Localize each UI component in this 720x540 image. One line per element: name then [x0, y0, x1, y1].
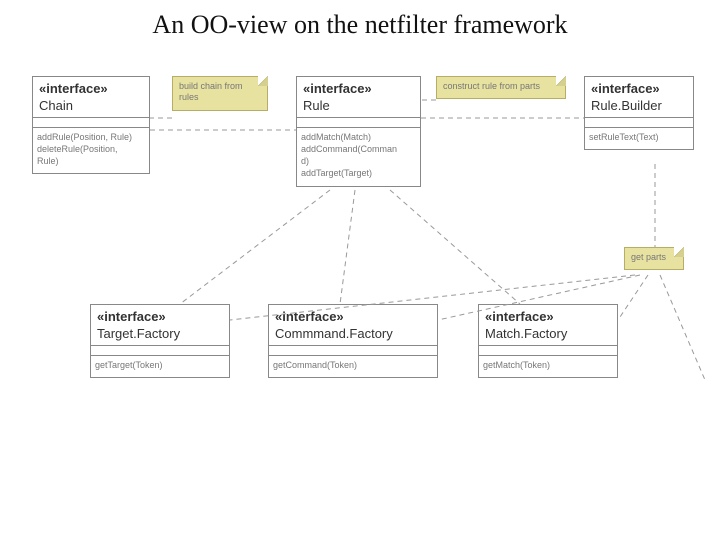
class-header: «interface» Chain	[33, 77, 149, 118]
operations-compartment: setRuleText(Text)	[585, 128, 693, 149]
class-command-factory: «interface» Commmand.Factory getCommand(…	[268, 304, 438, 378]
diagram-title: An OO-view on the netfilter framework	[0, 10, 720, 40]
operations-compartment: getMatch(Token)	[479, 356, 617, 377]
class-name: Commmand.Factory	[275, 326, 431, 341]
class-header: «interface» Commmand.Factory	[269, 305, 437, 346]
class-header: «interface» Rule	[297, 77, 420, 118]
operations-compartment: getCommand(Token)	[269, 356, 437, 377]
attributes-compartment	[479, 346, 617, 356]
operations-compartment: getTarget(Token)	[91, 356, 229, 377]
class-name: Chain	[39, 98, 143, 113]
stereotype-label: «interface»	[303, 81, 414, 96]
class-match-factory: «interface» Match.Factory getMatch(Token…	[478, 304, 618, 378]
class-rule-builder: «interface» Rule.Builder setRuleText(Tex…	[584, 76, 694, 150]
class-name: Target.Factory	[97, 326, 223, 341]
stereotype-label: «interface»	[485, 309, 611, 324]
note-build-chain: build chain from rules	[172, 76, 268, 111]
class-name: Rule.Builder	[591, 98, 687, 113]
attributes-compartment	[269, 346, 437, 356]
attributes-compartment	[585, 118, 693, 128]
class-header: «interface» Match.Factory	[479, 305, 617, 346]
note-get-parts: get parts	[624, 247, 684, 270]
note-construct-rule: construct rule from parts	[436, 76, 566, 99]
class-name: Rule	[303, 98, 414, 113]
class-header: «interface» Target.Factory	[91, 305, 229, 346]
stereotype-label: «interface»	[39, 81, 143, 96]
class-name: Match.Factory	[485, 326, 611, 341]
class-header: «interface» Rule.Builder	[585, 77, 693, 118]
class-target-factory: «interface» Target.Factory getTarget(Tok…	[90, 304, 230, 378]
attributes-compartment	[33, 118, 149, 128]
stereotype-label: «interface»	[275, 309, 431, 324]
class-rule: «interface» Rule addMatch(Match) addComm…	[296, 76, 421, 187]
operations-compartment: addRule(Position, Rule) deleteRule(Posit…	[33, 128, 149, 173]
operations-compartment: addMatch(Match) addCommand(Comman d) add…	[297, 128, 420, 186]
class-chain: «interface» Chain addRule(Position, Rule…	[32, 76, 150, 174]
stereotype-label: «interface»	[97, 309, 223, 324]
stereotype-label: «interface»	[591, 81, 687, 96]
attributes-compartment	[91, 346, 229, 356]
attributes-compartment	[297, 118, 420, 128]
